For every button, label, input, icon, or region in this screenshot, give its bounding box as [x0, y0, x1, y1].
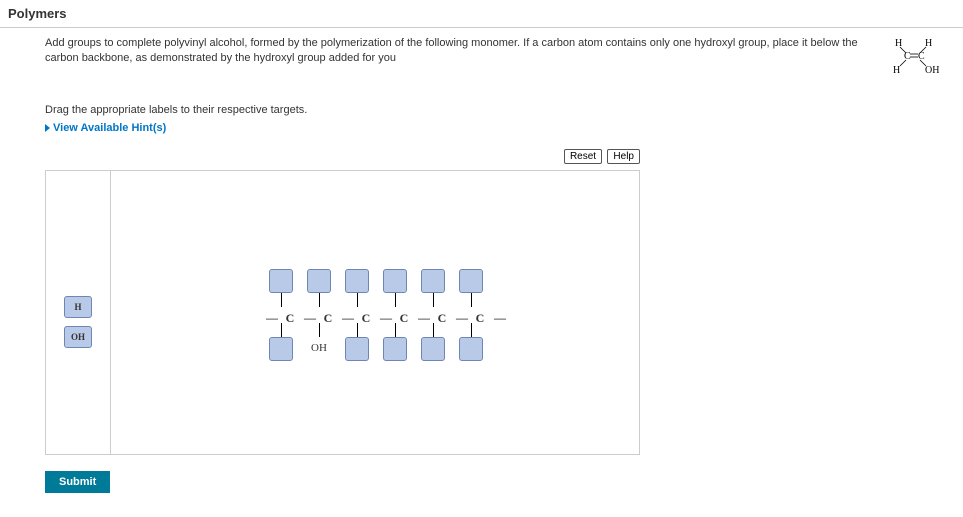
monomer-oh-br: OH: [925, 65, 939, 76]
dropzone-bottom-3[interactable]: [345, 337, 369, 361]
chevron-right-icon: [45, 124, 50, 132]
reset-button[interactable]: Reset: [564, 149, 602, 164]
page-title: Polymers: [0, 0, 963, 28]
dropzone-bottom-5[interactable]: [421, 337, 445, 361]
monomer-h-tl: H: [895, 38, 902, 49]
dropzone-top-1[interactable]: [269, 269, 293, 293]
monomer-c-right: C: [918, 51, 925, 62]
submit-button[interactable]: Submit: [45, 471, 110, 493]
dropzone-bottom-6[interactable]: [459, 337, 483, 361]
drag-instruction: Drag the appropriate labels to their res…: [45, 104, 953, 116]
provided-oh-label: OH: [311, 342, 327, 354]
drag-drop-panel: H OH: [45, 170, 640, 455]
label-palette: H OH: [46, 171, 111, 454]
instruction-text: Add groups to complete polyvinyl alcohol…: [45, 36, 863, 67]
drop-canvas: —C—C—C—C—C—C— OH: [111, 171, 639, 454]
monomer-c-left: C: [904, 51, 911, 62]
dropzone-bottom-4[interactable]: [383, 337, 407, 361]
monomer-structure: H H C C H OH: [873, 36, 953, 76]
dropzone-top-6[interactable]: [459, 269, 483, 293]
view-hints-link[interactable]: View Available Hint(s): [45, 122, 166, 134]
label-h[interactable]: H: [64, 296, 92, 318]
dropzone-top-2[interactable]: [307, 269, 331, 293]
carbon-chain: —C—C—C—C—C—C—: [266, 311, 504, 326]
label-oh[interactable]: OH: [64, 326, 92, 348]
dropzone-top-5[interactable]: [421, 269, 445, 293]
help-button[interactable]: Help: [607, 149, 640, 164]
dropzone-top-4[interactable]: [383, 269, 407, 293]
monomer-h-bl: H: [893, 65, 900, 76]
dropzone-top-3[interactable]: [345, 269, 369, 293]
dropzone-bottom-1[interactable]: [269, 337, 293, 361]
